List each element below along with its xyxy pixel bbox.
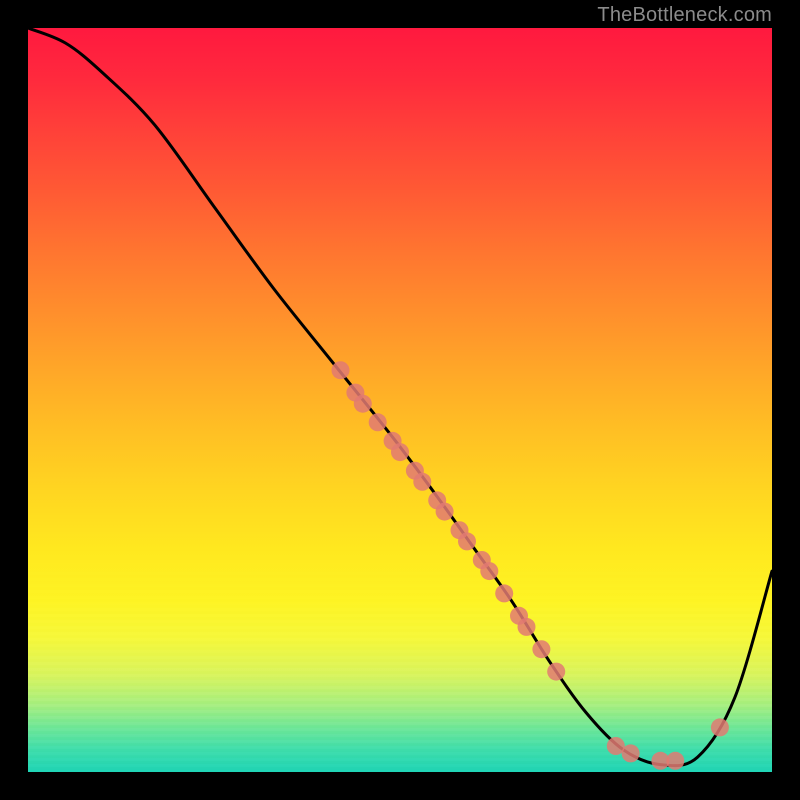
marker-point <box>458 532 476 550</box>
marker-point <box>391 443 409 461</box>
plot-area <box>28 28 772 772</box>
marker-point <box>480 562 498 580</box>
marker-point <box>518 618 536 636</box>
marker-point <box>413 473 431 491</box>
marker-point <box>711 718 729 736</box>
marker-point <box>369 413 387 431</box>
bottleneck-curve <box>28 28 772 766</box>
marker-point <box>532 640 550 658</box>
watermark-text: TheBottleneck.com <box>597 4 772 27</box>
marker-point <box>666 752 684 770</box>
marker-point <box>495 584 513 602</box>
marker-point <box>622 744 640 762</box>
marker-point <box>332 361 350 379</box>
marker-point <box>547 663 565 681</box>
marker-point <box>354 395 372 413</box>
marker-point <box>436 503 454 521</box>
curve-layer <box>28 28 772 772</box>
marker-group <box>332 361 729 770</box>
chart-stage: TheBottleneck.com <box>0 0 800 800</box>
